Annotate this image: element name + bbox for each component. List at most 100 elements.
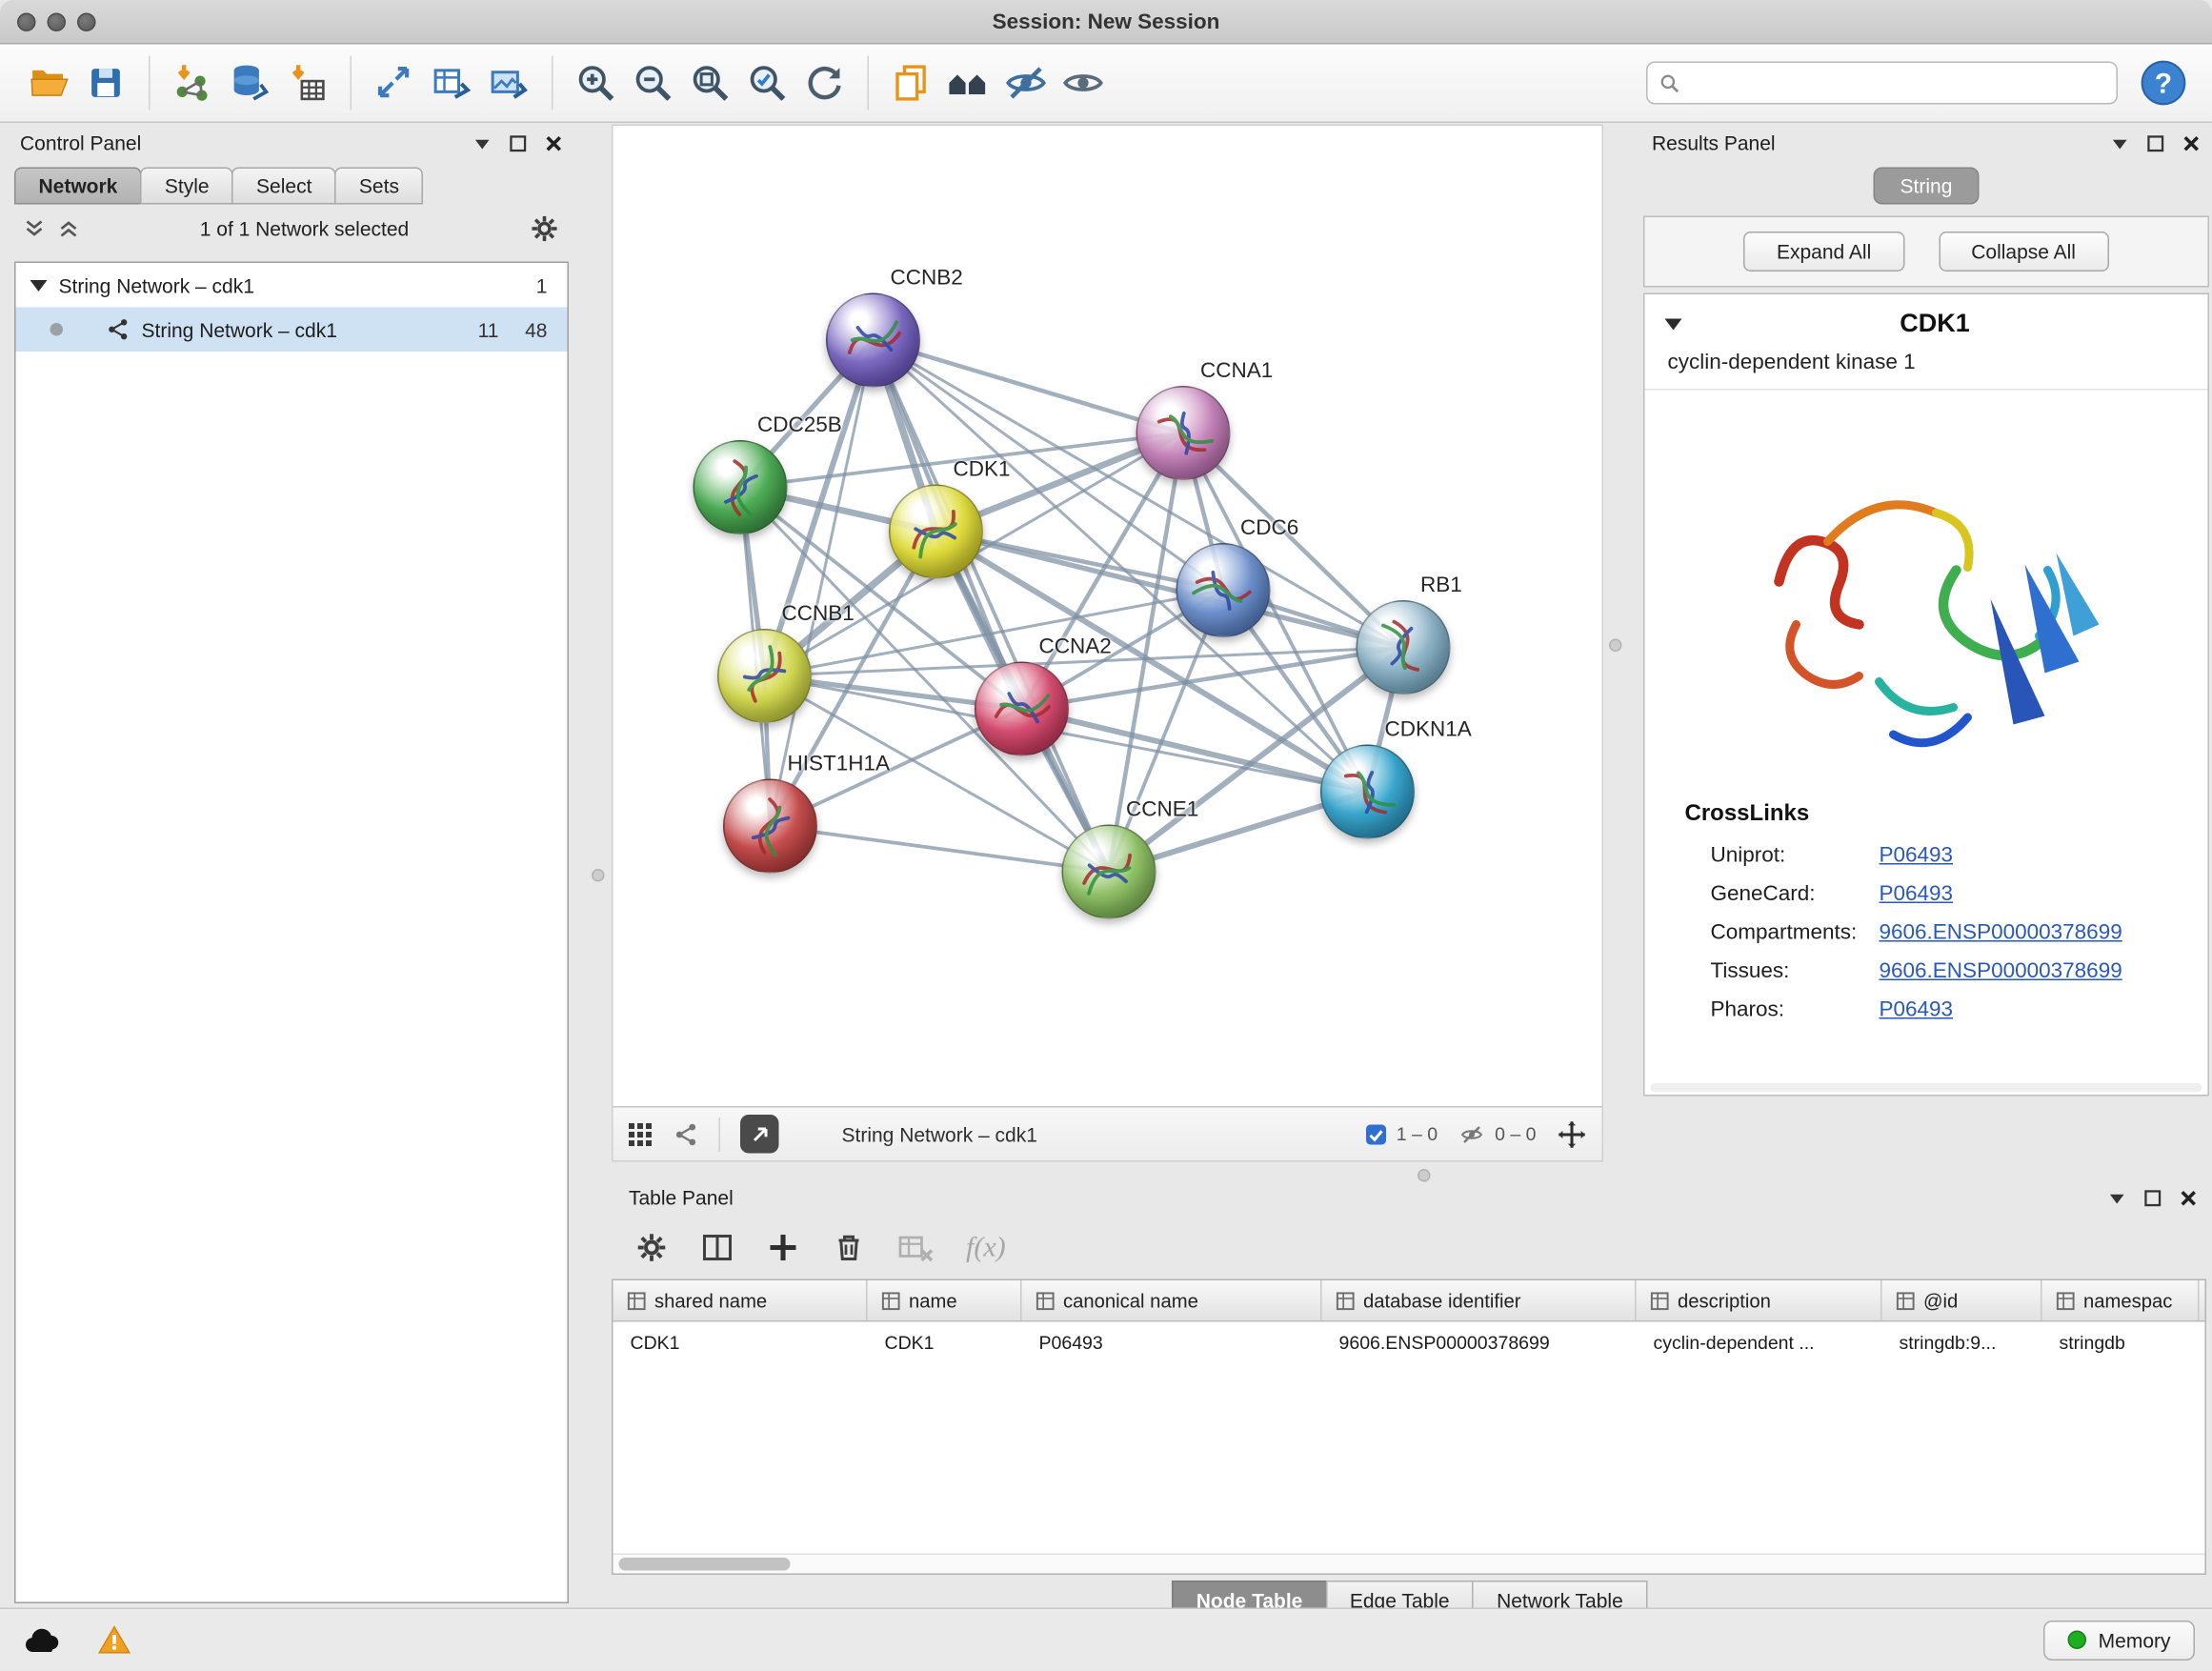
network-options-gear-icon[interactable] bbox=[529, 213, 560, 245]
network-canvas[interactable]: CCNB2 CCNA1 CDC25B CDK1 CDC6 RB1 CCNB1 C… bbox=[613, 126, 1602, 1106]
table-cell[interactable]: P06493 bbox=[1022, 1331, 1322, 1353]
add-column-plus-icon[interactable] bbox=[766, 1231, 800, 1265]
memory-button[interactable]: Memory bbox=[2044, 1621, 2195, 1661]
memory-status-dot-icon bbox=[2068, 1631, 2087, 1650]
network-edge-count: 48 bbox=[499, 318, 548, 341]
tab-sets[interactable]: Sets bbox=[334, 168, 423, 205]
network-node[interactable] bbox=[1357, 600, 1451, 695]
crosslink-value-link[interactable]: P06493 bbox=[1880, 997, 1954, 1022]
column-header[interactable]: database identifier bbox=[1322, 1280, 1637, 1320]
panel-close-icon[interactable] bbox=[2180, 1188, 2199, 1207]
collapse-all-button[interactable]: Collapse All bbox=[1939, 232, 2109, 272]
import-network-file-icon[interactable] bbox=[165, 54, 222, 111]
table-cell[interactable]: stringdb:9... bbox=[1882, 1331, 2042, 1353]
table-horizontal-scrollbar[interactable] bbox=[613, 1554, 2205, 1574]
hide-selected-eye-slash-icon[interactable] bbox=[997, 54, 1055, 111]
table-cell[interactable]: stringdb bbox=[2042, 1331, 2200, 1353]
column-header[interactable]: description bbox=[1637, 1280, 1882, 1320]
column-header[interactable]: namespac bbox=[2042, 1280, 2200, 1320]
network-node[interactable] bbox=[1062, 825, 1156, 919]
help-icon[interactable]: ? bbox=[2135, 54, 2192, 111]
panel-close-icon[interactable] bbox=[2182, 133, 2202, 152]
panel-close-icon[interactable] bbox=[545, 133, 564, 152]
network-node[interactable] bbox=[694, 440, 788, 534]
network-node-count: 11 bbox=[451, 318, 499, 341]
panel-float-icon[interactable] bbox=[2108, 1188, 2127, 1207]
selected-checkbox-icon[interactable] bbox=[1365, 1122, 1388, 1145]
crosslink-value-link[interactable]: P06493 bbox=[1880, 843, 1954, 868]
table-cell[interactable]: 9606.ENSP00000378699 bbox=[1322, 1331, 1637, 1353]
warning-icon[interactable] bbox=[89, 1619, 140, 1661]
save-session-icon[interactable] bbox=[77, 54, 134, 111]
zoom-fit-icon[interactable] bbox=[682, 54, 739, 111]
network-node[interactable] bbox=[889, 485, 983, 579]
network-node[interactable] bbox=[1176, 543, 1271, 637]
column-header[interactable]: @id bbox=[1882, 1280, 2042, 1320]
splitter-handle[interactable] bbox=[1418, 1169, 1431, 1182]
zoom-out-icon[interactable] bbox=[625, 54, 682, 111]
network-node[interactable] bbox=[826, 293, 920, 388]
panel-float-icon[interactable] bbox=[2111, 133, 2130, 152]
gene-expand-triangle-icon[interactable] bbox=[1665, 318, 1682, 330]
column-header[interactable]: shared name bbox=[613, 1280, 868, 1320]
protein-structure-thumbnail bbox=[723, 779, 817, 874]
show-columns-icon[interactable] bbox=[700, 1231, 734, 1265]
tab-select[interactable]: Select bbox=[232, 168, 336, 205]
network-collection-row[interactable]: String Network – cdk1 1 bbox=[16, 263, 568, 308]
splitter-handle[interactable] bbox=[1609, 639, 1622, 653]
panel-float-icon[interactable] bbox=[473, 133, 493, 152]
table-cell[interactable]: CDK1 bbox=[868, 1331, 1022, 1353]
network-from-table-icon[interactable] bbox=[423, 54, 480, 111]
show-all-eye-icon[interactable] bbox=[1055, 54, 1112, 111]
expand-all-icon[interactable] bbox=[57, 217, 80, 240]
zoom-selected-icon[interactable] bbox=[739, 54, 796, 111]
grid-view-icon[interactable] bbox=[628, 1121, 654, 1147]
import-network-database-icon[interactable] bbox=[222, 54, 279, 111]
workspace: Control Panel Network Style Select Sets … bbox=[0, 122, 2212, 1630]
results-scrollbar[interactable] bbox=[1651, 1083, 2202, 1092]
network-node[interactable] bbox=[723, 779, 817, 874]
search-input[interactable] bbox=[1689, 70, 2105, 96]
network-node[interactable] bbox=[975, 662, 1069, 756]
table-row: CDK1CDK1P064939606.ENSP00000378699cyclin… bbox=[613, 1322, 2205, 1362]
cloud-status-icon[interactable] bbox=[17, 1619, 69, 1661]
panel-maximize-icon[interactable] bbox=[509, 133, 528, 152]
tab-network[interactable]: Network bbox=[14, 168, 142, 205]
table-cell[interactable]: cyclin-dependent ... bbox=[1637, 1331, 1882, 1353]
network-share-view-icon[interactable] bbox=[674, 1121, 699, 1147]
copy-document-icon[interactable] bbox=[883, 54, 940, 111]
refresh-icon[interactable] bbox=[796, 54, 854, 111]
network-node[interactable] bbox=[1136, 386, 1231, 480]
hidden-eye-slash-icon[interactable] bbox=[1458, 1122, 1486, 1145]
network-node[interactable] bbox=[717, 629, 812, 723]
crosslink-value-link[interactable]: 9606.ENSP00000378699 bbox=[1880, 959, 2122, 984]
column-header[interactable]: canonical name bbox=[1022, 1280, 1322, 1320]
expand-all-button[interactable]: Expand All bbox=[1743, 232, 1903, 272]
network-row[interactable]: String Network – cdk1 11 48 bbox=[16, 308, 568, 352]
network-node[interactable] bbox=[1320, 745, 1415, 839]
table-cell[interactable]: CDK1 bbox=[613, 1331, 868, 1353]
panel-maximize-icon[interactable] bbox=[2143, 1188, 2162, 1207]
zoom-in-icon[interactable] bbox=[568, 54, 625, 111]
tab-string[interactable]: String bbox=[1873, 168, 1980, 205]
column-header[interactable]: name bbox=[868, 1280, 1022, 1320]
tab-style[interactable]: Style bbox=[140, 168, 233, 205]
scrollbar-thumb[interactable] bbox=[619, 1558, 791, 1571]
birds-eye-view-icon[interactable] bbox=[1557, 1118, 1588, 1150]
import-table-file-icon[interactable] bbox=[279, 54, 336, 111]
export-image-icon[interactable] bbox=[480, 54, 537, 111]
detach-view-button[interactable] bbox=[740, 1115, 779, 1154]
crosslink-value-link[interactable]: 9606.ENSP00000378699 bbox=[1880, 920, 2122, 945]
network-view-toolbar: String Network – cdk1 1 – 0 0 – 0 bbox=[613, 1106, 1602, 1160]
crosslink-value-link[interactable]: P06493 bbox=[1880, 882, 1954, 907]
open-session-icon[interactable] bbox=[20, 54, 77, 111]
collapse-all-icon[interactable] bbox=[23, 217, 46, 240]
table-settings-gear-icon[interactable] bbox=[634, 1231, 669, 1265]
column-header-label: database identifier bbox=[1363, 1290, 1520, 1312]
splitter-handle[interactable] bbox=[592, 869, 605, 882]
delete-column-trash-icon[interactable] bbox=[832, 1231, 866, 1265]
new-network-icon[interactable] bbox=[366, 54, 423, 111]
first-neighbors-icon[interactable] bbox=[940, 54, 997, 111]
panel-maximize-icon[interactable] bbox=[2146, 133, 2165, 152]
collection-expand-triangle-icon[interactable] bbox=[30, 279, 48, 291]
